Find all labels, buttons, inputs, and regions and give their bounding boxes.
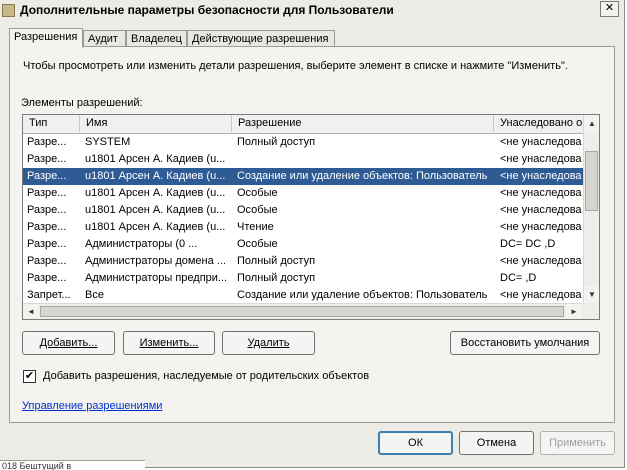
- permission-entries-label: Элементы разрешений:: [21, 97, 143, 109]
- row-permission: Особые: [237, 238, 278, 250]
- row-permission: Создание или удаление объектов: Пользова…: [237, 289, 488, 301]
- close-button[interactable]: ✕: [600, 1, 619, 17]
- row-type: Разре...: [27, 221, 67, 233]
- ok-button[interactable]: ОК: [378, 431, 453, 455]
- horizontal-scroll-thumb[interactable]: [40, 306, 564, 317]
- row-name: Администраторы предпри...: [85, 272, 228, 284]
- row-permission: Полный доступ: [237, 136, 316, 148]
- scroll-down-icon[interactable]: ▼: [584, 286, 599, 303]
- vertical-scrollbar[interactable]: ▲ ▼: [583, 115, 599, 303]
- row-inherited-from: <не унаследова: [500, 170, 582, 182]
- row-type: Разре...: [27, 204, 67, 216]
- row-name: u1801 Арсен А. Кадиев (u...: [85, 187, 226, 199]
- column-permission[interactable]: Разрешение: [232, 115, 494, 132]
- inherit-permissions-checkbox[interactable]: ✔: [23, 370, 36, 383]
- row-permission: Полный доступ: [237, 255, 316, 267]
- background-window-text: 018 Бештущий в: [0, 460, 145, 470]
- table-row[interactable]: Разре... u1801 Арсен А. Кадиев (u... Созда…: [23, 168, 583, 185]
- table-row[interactable]: Разре... SYSTEM Полный доступ <не унаследов…: [23, 134, 583, 151]
- row-type: Разре...: [27, 187, 67, 199]
- tab-permissions[interactable]: Разрешения: [9, 28, 83, 48]
- apply-button[interactable]: Применить: [540, 431, 615, 455]
- edit-button-label: Изменить...: [139, 337, 199, 349]
- row-inherited-from: DC= DC ,D: [500, 238, 556, 250]
- table-row[interactable]: Разре... u1801 Арсен А. Кадиев (u... Особы…: [23, 202, 583, 219]
- row-name: Администраторы домена ...: [85, 255, 226, 267]
- row-name: Администраторы (0 ...: [85, 238, 198, 250]
- table-row[interactable]: Разре... Администраторы домена ... Полный …: [23, 253, 583, 270]
- title-bar: Дополнительные параметры безопасности дл…: [0, 0, 624, 21]
- row-permission: Чтение: [237, 221, 274, 233]
- row-inherited-from: <не унаследова: [500, 204, 582, 216]
- row-permission: Особые: [237, 204, 278, 216]
- row-inherited-from: <не унаследова: [500, 255, 582, 267]
- tab-effective-permissions[interactable]: Действующие разрешения: [187, 30, 335, 47]
- row-name: u1801 Арсен А. Кадиев (u...: [85, 204, 226, 216]
- row-type: Разре...: [27, 170, 67, 182]
- cancel-button[interactable]: Отмена: [459, 431, 534, 455]
- column-name[interactable]: Имя: [80, 115, 232, 132]
- table-row[interactable]: Разре... Администраторы (0 ... Особые DC= D…: [23, 236, 583, 253]
- window-icon: [2, 4, 15, 17]
- row-name: u1801 Арсен А. Кадиев (u...: [85, 170, 226, 182]
- row-inherited-from: <не унаследова: [500, 187, 582, 199]
- row-name: u1801 Арсен А. Кадиев (u...: [85, 221, 226, 233]
- table-row[interactable]: Разре... Администраторы предпри... Полный …: [23, 270, 583, 287]
- row-permission: Особые: [237, 187, 278, 199]
- row-type: Разре...: [27, 255, 67, 267]
- row-inherited-from: <не унаследова: [500, 153, 582, 165]
- remove-button[interactable]: Удалить: [222, 331, 315, 355]
- horizontal-scrollbar[interactable]: ◄ ►: [23, 303, 583, 319]
- row-type: Разре...: [27, 153, 67, 165]
- list-header: Тип Имя Разрешение Унаследовано о: [23, 115, 583, 134]
- row-type: Разре...: [27, 238, 67, 250]
- row-inherited-from: <не унаследова: [500, 136, 582, 148]
- scroll-up-icon[interactable]: ▲: [584, 115, 599, 132]
- instructions-text: Чтобы просмотреть или изменить детали ра…: [23, 60, 568, 72]
- row-name: SYSTEM: [85, 136, 131, 148]
- column-inherited-from[interactable]: Унаследовано о: [494, 115, 583, 132]
- add-button-label: Добавить...: [39, 337, 98, 349]
- tab-owner[interactable]: Владелец: [126, 30, 187, 47]
- row-permission: Полный доступ: [237, 272, 316, 284]
- table-row[interactable]: Разре... u1801 Арсен А. Кадиев (u... <не у…: [23, 151, 583, 168]
- permission-entries-list[interactable]: Тип Имя Разрешение Унаследовано о Разре.…: [22, 114, 600, 320]
- row-name: u1801 Арсен А. Кадиев (u...: [85, 153, 226, 165]
- vertical-scroll-thumb[interactable]: [585, 151, 598, 211]
- inherit-permissions-label[interactable]: Добавить разрешения, наследуемые от роди…: [43, 370, 369, 382]
- row-type: Разре...: [27, 136, 67, 148]
- manage-permissions-link[interactable]: Управление разрешениями: [22, 400, 162, 412]
- row-type: Разре...: [27, 272, 67, 284]
- table-row[interactable]: Запрет... Все Создание или удаление объект…: [23, 287, 583, 304]
- window-title: Дополнительные параметры безопасности дл…: [20, 3, 394, 17]
- edit-button[interactable]: Изменить...: [123, 331, 215, 355]
- table-row[interactable]: Разре... u1801 Арсен А. Кадиев (u... Особы…: [23, 185, 583, 202]
- security-dialog: Дополнительные параметры безопасности дл…: [0, 0, 625, 468]
- table-row[interactable]: Разре... u1801 Арсен А. Кадиев (u... Чтени…: [23, 219, 583, 236]
- scroll-corner: [583, 303, 599, 319]
- row-inherited-from: DC= ,D: [500, 272, 537, 284]
- column-type[interactable]: Тип: [23, 115, 80, 132]
- row-inherited-from: <не унаследова: [500, 289, 582, 301]
- row-inherited-from: <не унаследова: [500, 221, 582, 233]
- scroll-right-icon[interactable]: ►: [566, 304, 582, 319]
- add-button[interactable]: Добавить...: [22, 331, 115, 355]
- row-type: Запрет...: [27, 289, 71, 301]
- tab-audit[interactable]: Аудит: [83, 30, 126, 47]
- row-permission: Создание или удаление объектов: Пользова…: [237, 170, 488, 182]
- row-name: Все: [85, 289, 104, 301]
- remove-button-label: Удалить: [247, 337, 290, 349]
- restore-defaults-button[interactable]: Восстановить умолчания: [450, 331, 600, 355]
- scroll-left-icon[interactable]: ◄: [23, 304, 39, 319]
